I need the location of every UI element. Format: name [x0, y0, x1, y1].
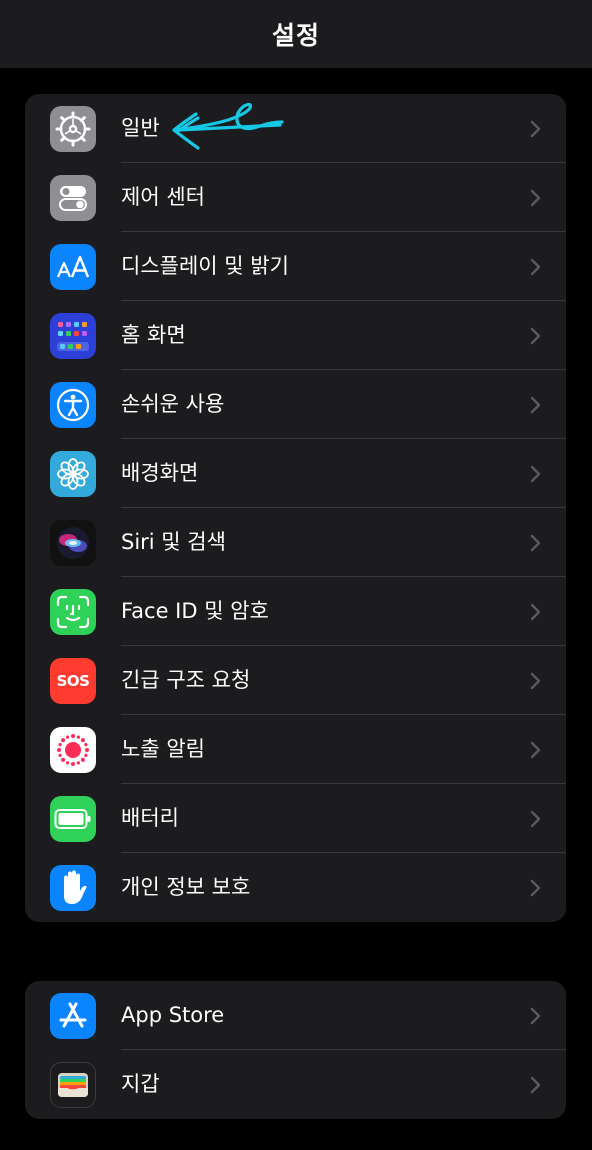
chevron-right-icon: [530, 810, 541, 828]
settings-row-label: 긴급 구조 요청: [121, 668, 251, 692]
text-size-icon: [50, 244, 96, 290]
settings-row-emergency-sos[interactable]: SOS 긴급 구조 요청: [25, 646, 566, 715]
settings-row-app-store[interactable]: App Store: [25, 981, 566, 1050]
settings-row-exposure[interactable]: 노출 알림: [25, 715, 566, 784]
home-grid-icon: [50, 313, 96, 359]
chevron-right-icon: [530, 465, 541, 483]
page-title: 설정: [271, 21, 320, 50]
settings-row-label: 개인 정보 보호: [121, 875, 251, 899]
settings-row-battery[interactable]: 배터리: [25, 784, 566, 853]
settings-row-home-screen[interactable]: 홈 화면: [25, 301, 566, 370]
gear-icon: [50, 106, 96, 152]
sos-icon: SOS: [50, 658, 96, 704]
battery-icon: [50, 796, 96, 842]
chevron-right-icon: [530, 258, 541, 276]
chevron-right-icon: [530, 534, 541, 552]
settings-row-label: 지갑: [121, 1072, 160, 1096]
face-id-icon: [50, 589, 96, 635]
settings-row-label: 디스플레이 및 밝기: [121, 254, 289, 278]
settings-row-wallpaper[interactable]: 배경화면: [25, 439, 566, 508]
chevron-right-icon: [530, 672, 541, 690]
settings-row-wallet[interactable]: 지갑: [25, 1050, 566, 1119]
settings-row-label: 배터리: [121, 806, 179, 830]
chevron-right-icon: [530, 603, 541, 621]
settings-row-general[interactable]: 일반: [25, 94, 566, 163]
chevron-right-icon: [530, 741, 541, 759]
settings-row-privacy[interactable]: 개인 정보 보호: [25, 853, 566, 922]
flower-icon: [50, 451, 96, 497]
chevron-right-icon: [530, 120, 541, 138]
settings-row-control-center[interactable]: 제어 센터: [25, 163, 566, 232]
chevron-right-icon: [530, 1007, 541, 1025]
chevron-right-icon: [530, 327, 541, 345]
settings-row-label: App Store: [121, 1003, 225, 1027]
chevron-right-icon: [530, 396, 541, 414]
toggles-icon: [50, 175, 96, 221]
exposure-icon: [50, 727, 96, 773]
chevron-right-icon: [530, 189, 541, 207]
settings-group-store: App Store 지갑: [25, 981, 566, 1119]
settings-row-label: 배경화면: [121, 461, 199, 485]
chevron-right-icon: [530, 1076, 541, 1094]
settings-row-label: 손쉬운 사용: [121, 392, 225, 416]
settings-row-face-id[interactable]: Face ID 및 암호: [25, 577, 566, 646]
settings-row-label: Siri 및 검색: [121, 530, 226, 554]
settings-row-display[interactable]: 디스플레이 및 밝기: [25, 232, 566, 301]
navigation-bar: 설정: [0, 0, 592, 68]
sos-icon-text: SOS: [56, 672, 90, 690]
chevron-right-icon: [530, 879, 541, 897]
settings-row-label: 일반: [121, 116, 160, 140]
settings-row-siri[interactable]: Siri 및 검색: [25, 508, 566, 577]
wallet-icon: [50, 1062, 96, 1108]
siri-icon: [50, 520, 96, 566]
hand-icon: [50, 865, 96, 911]
settings-row-label: Face ID 및 암호: [121, 599, 269, 623]
accessibility-icon: [50, 382, 96, 428]
hand-drawn-arrow-icon: [172, 102, 284, 150]
settings-group-main: 일반 제어 센터 디스플레이 및 밝기 홈 화면 손쉬운 사용 배경화면 Sir…: [25, 94, 566, 922]
settings-row-label: 제어 센터: [121, 185, 205, 209]
settings-row-label: 홈 화면: [121, 323, 186, 347]
settings-row-accessibility[interactable]: 손쉬운 사용: [25, 370, 566, 439]
settings-row-label: 노출 알림: [121, 737, 205, 761]
app-store-icon: [50, 993, 96, 1039]
